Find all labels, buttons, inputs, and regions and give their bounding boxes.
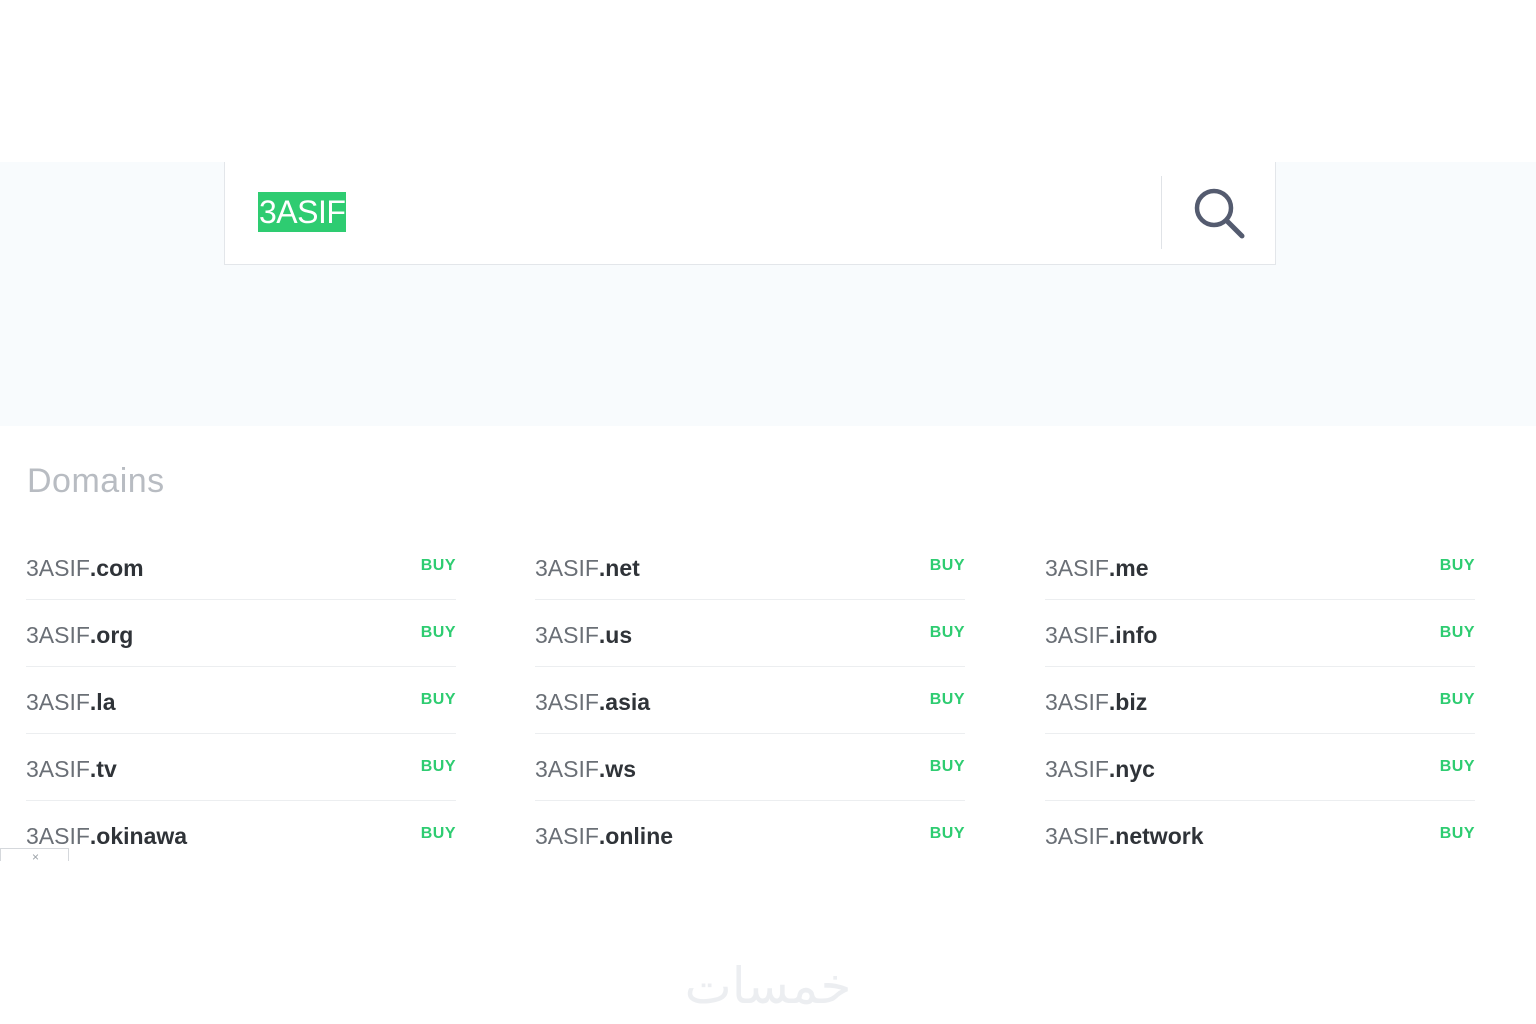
domain-row: 3ASIF.ws BUY: [535, 734, 965, 801]
domain-column-1: 3ASIF.com BUY 3ASIF.org BUY 3ASIF.la BUY…: [26, 533, 456, 868]
domain-row: 3ASIF.nyc BUY: [1045, 734, 1475, 801]
domain-row: 3ASIF.org BUY: [26, 600, 456, 667]
domain-name: 3ASIF.online: [535, 823, 674, 849]
domain-name: 3ASIF.biz: [1045, 689, 1148, 715]
domain-row: 3ASIF.biz BUY: [1045, 667, 1475, 734]
domain-row: 3ASIF.network BUY: [1045, 801, 1475, 868]
domain-name: 3ASIF.com: [26, 555, 144, 581]
domain-name: 3ASIF.us: [535, 622, 633, 648]
minimized-panel-tab[interactable]: ×: [0, 848, 69, 863]
buy-button[interactable]: BUY: [1440, 825, 1475, 843]
domain-name: 3ASIF.nyc: [1045, 756, 1155, 782]
page: 3ASIF Domains 3ASIF.com BUY 3ASIF.org BU…: [0, 0, 1536, 1024]
buy-button[interactable]: BUY: [1440, 557, 1475, 575]
domain-name: 3ASIF.la: [26, 689, 116, 715]
buy-button[interactable]: BUY: [421, 624, 456, 642]
domain-row: 3ASIF.com BUY: [26, 533, 456, 600]
buy-button[interactable]: BUY: [930, 557, 965, 575]
domain-row: 3ASIF.tv BUY: [26, 734, 456, 801]
buy-button[interactable]: BUY: [1440, 624, 1475, 642]
domain-row: 3ASIF.online BUY: [535, 801, 965, 868]
search-input-value[interactable]: 3ASIF: [258, 192, 347, 232]
close-icon[interactable]: ×: [32, 851, 39, 863]
domain-row: 3ASIF.okinawa BUY: [26, 801, 456, 868]
domain-name: 3ASIF.info: [1045, 622, 1158, 648]
domain-name: 3ASIF.asia: [535, 689, 651, 715]
buy-button[interactable]: BUY: [1440, 691, 1475, 709]
domain-row: 3ASIF.us BUY: [535, 600, 965, 667]
domain-name: 3ASIF.network: [1045, 823, 1204, 849]
domain-name: 3ASIF.net: [535, 555, 640, 581]
buy-button[interactable]: BUY: [930, 691, 965, 709]
domain-name: 3ASIF.me: [1045, 555, 1149, 581]
domain-row: 3ASIF.la BUY: [26, 667, 456, 734]
buy-button[interactable]: BUY: [421, 825, 456, 843]
domain-column-2: 3ASIF.net BUY 3ASIF.us BUY 3ASIF.asia BU…: [535, 533, 965, 868]
buy-button[interactable]: BUY: [930, 825, 965, 843]
buy-button[interactable]: BUY: [930, 758, 965, 776]
domain-name: 3ASIF.ws: [535, 756, 636, 782]
search-icon: [1194, 188, 1245, 239]
buy-button[interactable]: BUY: [1440, 758, 1475, 776]
domain-row: 3ASIF.asia BUY: [535, 667, 965, 734]
domain-search-box[interactable]: 3ASIF: [224, 162, 1276, 265]
domains-title: Domains: [27, 462, 165, 500]
domain-row: 3ASIF.me BUY: [1045, 533, 1475, 600]
buy-button[interactable]: BUY: [421, 758, 456, 776]
domain-name: 3ASIF.tv: [26, 756, 117, 782]
domain-row: 3ASIF.net BUY: [535, 533, 965, 600]
domain-column-3: 3ASIF.me BUY 3ASIF.info BUY 3ASIF.biz BU…: [1045, 533, 1475, 868]
buy-button[interactable]: BUY: [930, 624, 965, 642]
domain-name: 3ASIF.org: [26, 622, 134, 648]
buy-button[interactable]: BUY: [421, 557, 456, 575]
buy-button[interactable]: BUY: [421, 691, 456, 709]
domain-name: 3ASIF.okinawa: [26, 823, 188, 849]
search-button[interactable]: [1162, 162, 1276, 264]
domain-row: 3ASIF.info BUY: [1045, 600, 1475, 667]
watermark-logo: خمسات: [684, 957, 852, 1015]
